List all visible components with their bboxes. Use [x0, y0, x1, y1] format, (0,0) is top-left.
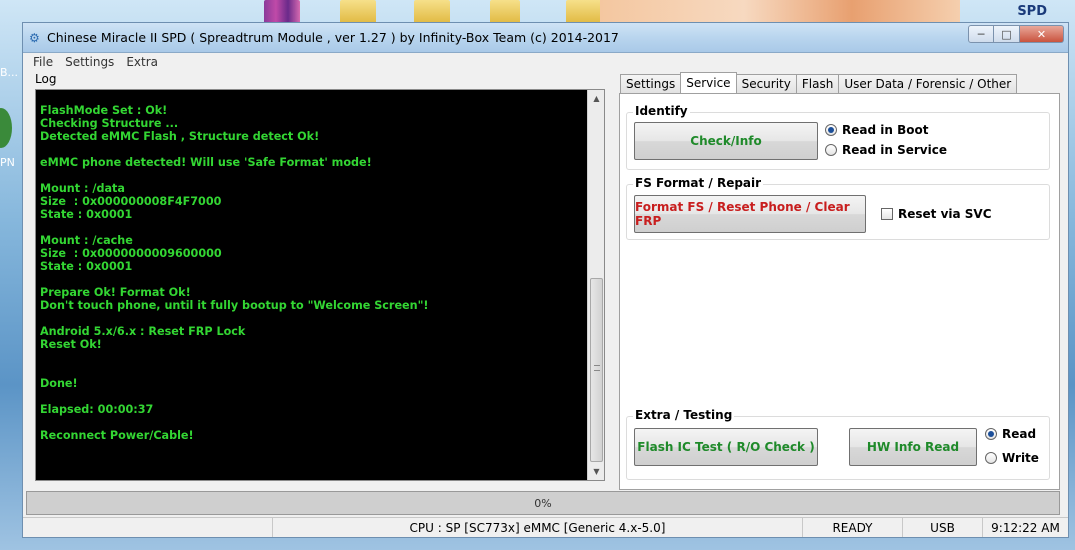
- desktop-left-label: PN: [0, 156, 15, 169]
- menu-bar: File Settings Extra: [23, 53, 1068, 71]
- read-in-service-label: Read in Service: [842, 143, 947, 157]
- log-line: Checking Structure ...: [40, 117, 179, 130]
- app-icon: ⚙: [29, 31, 40, 45]
- log-line: eMMC phone detected! Will use 'Safe Form…: [40, 156, 372, 169]
- log-line: Done!: [40, 377, 78, 390]
- progress-bar: 0%: [26, 491, 1060, 515]
- read-option[interactable]: Read: [985, 427, 1036, 441]
- extra-testing-title: Extra / Testing: [633, 408, 735, 422]
- log-text: FlashMode Set : Ok! Checking Structure ..…: [40, 104, 584, 442]
- desktop-app-icon[interactable]: [0, 108, 12, 148]
- log-line: Elapsed: 00:00:37: [40, 403, 154, 416]
- tab-settings[interactable]: Settings: [620, 74, 682, 93]
- scroll-down-icon[interactable]: ▼: [588, 463, 604, 480]
- log-scrollbar[interactable]: ▲ ▼: [587, 90, 604, 480]
- tab-user-data[interactable]: User Data / Forensic / Other: [838, 74, 1018, 93]
- status-time: 9:12:22 AM: [991, 520, 1060, 535]
- service-panel: Identify Check/Info Read in Boot Read in…: [619, 93, 1060, 490]
- minimize-button[interactable]: ─: [968, 25, 994, 43]
- log-line: Size : 0x0000000009600000: [40, 247, 222, 260]
- folder-desktop-icon[interactable]: [566, 0, 602, 24]
- log-line: State : 0x0001: [40, 208, 133, 221]
- menu-settings[interactable]: Settings: [59, 53, 120, 71]
- reset-via-svc-label: Reset via SVC: [898, 207, 992, 221]
- format-fs-button[interactable]: Format FS / Reset Phone / Clear FRP: [634, 195, 866, 233]
- flash-ic-test-button[interactable]: Flash IC Test ( R/O Check ): [634, 428, 818, 466]
- check-info-button[interactable]: Check/Info: [634, 122, 818, 160]
- fs-format-group: FS Format / Repair Format FS / Reset Pho…: [626, 176, 1050, 240]
- reset-via-svc-option[interactable]: Reset via SVC: [881, 207, 992, 221]
- log-line: Reset Ok!: [40, 338, 102, 351]
- log-line: Reconnect Power/Cable!: [40, 429, 194, 442]
- read-in-service-option[interactable]: Read in Service: [825, 143, 947, 157]
- fs-format-title: FS Format / Repair: [633, 176, 764, 190]
- wallpaper-image: [600, 0, 960, 22]
- radio-unchecked-icon[interactable]: [985, 452, 997, 464]
- progress-label: 0%: [534, 496, 552, 510]
- log-label: Log: [35, 72, 57, 86]
- grip-icon: [594, 365, 600, 371]
- app-window: ⚙ Chinese Miracle II SPD ( Spreadtrum Mo…: [22, 22, 1069, 538]
- log-line: Don't touch phone, until it fully bootup…: [40, 299, 429, 312]
- log-line: Size : 0x000000008F4F7000: [40, 195, 222, 208]
- folder-desktop-icon[interactable]: [490, 0, 520, 24]
- window-controls: ─ □ ✕: [968, 25, 1064, 45]
- scroll-thumb[interactable]: [590, 278, 603, 462]
- read-in-boot-label: Read in Boot: [842, 123, 929, 137]
- desktop-left-label: B...: [0, 66, 19, 79]
- folder-desktop-icon[interactable]: [340, 0, 376, 24]
- log-line: Prepare Ok! Format Ok!: [40, 286, 191, 299]
- tab-service[interactable]: Service: [680, 72, 737, 93]
- status-port: USB: [903, 518, 983, 537]
- radio-unchecked-icon[interactable]: [825, 144, 837, 156]
- menu-file[interactable]: File: [27, 53, 59, 71]
- desktop-spd-label: SPD: [1017, 4, 1047, 19]
- log-line: State : 0x0001: [40, 260, 133, 273]
- log-line: Mount : /data: [40, 182, 125, 195]
- window-title: Chinese Miracle II SPD ( Spreadtrum Modu…: [47, 30, 619, 45]
- folder-desktop-icon[interactable]: [414, 0, 450, 24]
- status-bar: CPU : SP [SC773x] eMMC [Generic 4.x-5.0]…: [23, 517, 1068, 537]
- extra-testing-group: Extra / Testing Flash IC Test ( R/O Chec…: [626, 408, 1050, 480]
- log-line: Detected eMMC Flash , Structure detect O…: [40, 130, 320, 143]
- winrar-desktop-icon[interactable]: [264, 0, 300, 24]
- title-bar[interactable]: ⚙ Chinese Miracle II SPD ( Spreadtrum Mo…: [23, 23, 1068, 53]
- status-state: READY: [803, 518, 903, 537]
- maximize-button[interactable]: □: [994, 25, 1020, 43]
- log-line: FlashMode Set : Ok!: [40, 104, 168, 117]
- identify-group: Identify Check/Info Read in Boot Read in…: [626, 104, 1050, 170]
- tab-flash[interactable]: Flash: [795, 74, 840, 93]
- tab-security[interactable]: Security: [735, 74, 797, 93]
- scroll-up-icon[interactable]: ▲: [588, 90, 604, 107]
- radio-checked-icon[interactable]: [985, 428, 997, 440]
- status-cpu: CPU : SP [SC773x] eMMC [Generic 4.x-5.0]: [273, 518, 803, 537]
- hw-info-read-button[interactable]: HW Info Read: [849, 428, 977, 466]
- status-empty: [23, 518, 273, 537]
- identify-title: Identify: [633, 104, 690, 118]
- write-option[interactable]: Write: [985, 451, 1039, 465]
- read-label: Read: [1002, 427, 1037, 441]
- log-console[interactable]: FlashMode Set : Ok! Checking Structure ..…: [35, 89, 605, 481]
- log-line: Android 5.x/6.x : Reset FRP Lock: [40, 325, 246, 338]
- menu-extra[interactable]: Extra: [120, 53, 164, 71]
- read-in-boot-option[interactable]: Read in Boot: [825, 123, 928, 137]
- radio-checked-icon[interactable]: [825, 124, 837, 136]
- close-button[interactable]: ✕: [1020, 25, 1064, 43]
- log-line: Mount : /cache: [40, 234, 133, 247]
- tab-strip: Settings Service Security Flash User Dat…: [620, 72, 1018, 93]
- checkbox-icon[interactable]: [881, 208, 893, 220]
- write-label: Write: [1002, 451, 1039, 465]
